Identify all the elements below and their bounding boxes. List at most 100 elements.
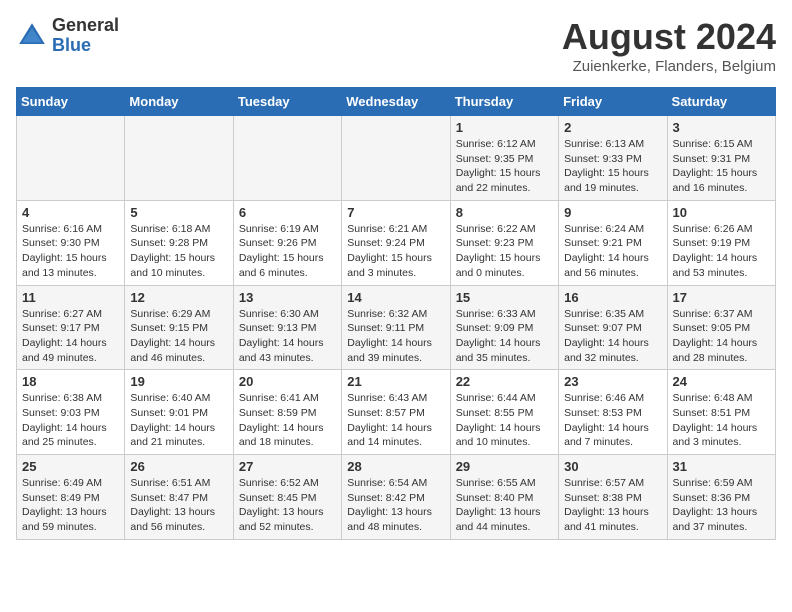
calendar-cell: 14 Sunrise: 6:32 AM Sunset: 9:11 PM Dayli… [342, 285, 450, 370]
calendar-cell: 7 Sunrise: 6:21 AM Sunset: 9:24 PM Daylig… [342, 200, 450, 285]
day-info: Sunrise: 6:59 AM Sunset: 8:36 PM Dayligh… [673, 476, 770, 535]
day-number: 31 [673, 459, 770, 474]
day-header-wednesday: Wednesday [342, 88, 450, 116]
calendar-cell: 12Sunrise: 6:29 AM Sunset: 9:15 PM Dayli… [125, 285, 233, 370]
logo-general-text: General [52, 16, 119, 36]
day-number: 19 [130, 374, 227, 389]
day-number: 17 [673, 290, 770, 305]
day-info: Sunrise: 6:43 AM Sunset: 8:57 PM Dayligh… [347, 391, 444, 450]
day-info: Sunrise: 6:30 AM Sunset: 9:13 PM Dayligh… [239, 307, 336, 366]
week-row-2: 11Sunrise: 6:27 AM Sunset: 9:17 PM Dayli… [17, 285, 776, 370]
calendar-cell: 16Sunrise: 6:35 AM Sunset: 9:07 PM Dayli… [559, 285, 667, 370]
day-number: 3 [673, 120, 770, 135]
day-info: Sunrise: 6:48 AM Sunset: 8:51 PM Dayligh… [673, 391, 770, 450]
calendar-cell: 31 Sunrise: 6:59 AM Sunset: 8:36 PM Dayli… [667, 455, 775, 540]
day-header-thursday: Thursday [450, 88, 558, 116]
location-subtitle: Zuienkerke, Flanders, Belgium [562, 58, 776, 75]
day-info: Sunrise: 6:46 AM Sunset: 8:53 PM Dayligh… [564, 391, 661, 450]
day-info: Sunrise: 6:38 AM Sunset: 9:03 PM Dayligh… [22, 391, 119, 450]
day-info: Sunrise: 6:12 AM Sunset: 9:35 PM Dayligh… [456, 137, 553, 196]
day-number: 13 [239, 290, 336, 305]
calendar-cell: 15Sunrise: 6:33 AM Sunset: 9:09 PM Dayli… [450, 285, 558, 370]
calendar-cell: 13 Sunrise: 6:30 AM Sunset: 9:13 PM Dayli… [233, 285, 341, 370]
day-info: Sunrise: 6:19 AM Sunset: 9:26 PM Dayligh… [239, 222, 336, 281]
day-info: Sunrise: 6:29 AM Sunset: 9:15 PM Dayligh… [130, 307, 227, 366]
logo: General Blue [16, 16, 119, 56]
day-info: Sunrise: 6:33 AM Sunset: 9:09 PM Dayligh… [456, 307, 553, 366]
day-number: 7 [347, 205, 444, 220]
calendar-cell: 24 Sunrise: 6:48 AM Sunset: 8:51 PM Dayli… [667, 370, 775, 455]
calendar-cell: 26Sunrise: 6:51 AM Sunset: 8:47 PM Dayli… [125, 455, 233, 540]
day-info: Sunrise: 6:15 AM Sunset: 9:31 PM Dayligh… [673, 137, 770, 196]
day-info: Sunrise: 6:32 AM Sunset: 9:11 PM Dayligh… [347, 307, 444, 366]
calendar-cell: 17 Sunrise: 6:37 AM Sunset: 9:05 PM Dayli… [667, 285, 775, 370]
day-info: Sunrise: 6:55 AM Sunset: 8:40 PM Dayligh… [456, 476, 553, 535]
day-header-saturday: Saturday [667, 88, 775, 116]
day-info: Sunrise: 6:41 AM Sunset: 8:59 PM Dayligh… [239, 391, 336, 450]
page-header: General Blue August 2024 Zuienkerke, Fla… [16, 16, 776, 75]
calendar-cell: 18Sunrise: 6:38 AM Sunset: 9:03 PM Dayli… [17, 370, 125, 455]
calendar-cell: 29 Sunrise: 6:55 AM Sunset: 8:40 PM Dayli… [450, 455, 558, 540]
calendar-cell: 23 Sunrise: 6:46 AM Sunset: 8:53 PM Dayli… [559, 370, 667, 455]
calendar-cell: 20 Sunrise: 6:41 AM Sunset: 8:59 PM Dayli… [233, 370, 341, 455]
day-number: 22 [456, 374, 553, 389]
day-info: Sunrise: 6:44 AM Sunset: 8:55 PM Dayligh… [456, 391, 553, 450]
day-number: 28 [347, 459, 444, 474]
day-info: Sunrise: 6:18 AM Sunset: 9:28 PM Dayligh… [130, 222, 227, 281]
calendar-cell: 2 Sunrise: 6:13 AM Sunset: 9:33 PM Daylig… [559, 116, 667, 201]
day-number: 9 [564, 205, 661, 220]
day-number: 14 [347, 290, 444, 305]
week-row-3: 18Sunrise: 6:38 AM Sunset: 9:03 PM Dayli… [17, 370, 776, 455]
day-info: Sunrise: 6:16 AM Sunset: 9:30 PM Dayligh… [22, 222, 119, 281]
day-info: Sunrise: 6:24 AM Sunset: 9:21 PM Dayligh… [564, 222, 661, 281]
day-number: 6 [239, 205, 336, 220]
day-number: 4 [22, 205, 119, 220]
day-number: 26 [130, 459, 227, 474]
week-row-1: 4 Sunrise: 6:16 AM Sunset: 9:30 PM Daylig… [17, 200, 776, 285]
calendar-cell: 8 Sunrise: 6:22 AM Sunset: 9:23 PM Daylig… [450, 200, 558, 285]
title-section: August 2024 Zuienkerke, Flanders, Belgiu… [562, 16, 776, 75]
day-info: Sunrise: 6:54 AM Sunset: 8:42 PM Dayligh… [347, 476, 444, 535]
day-info: Sunrise: 6:52 AM Sunset: 8:45 PM Dayligh… [239, 476, 336, 535]
calendar-cell [342, 116, 450, 201]
day-info: Sunrise: 6:40 AM Sunset: 9:01 PM Dayligh… [130, 391, 227, 450]
calendar-cell: 25Sunrise: 6:49 AM Sunset: 8:49 PM Dayli… [17, 455, 125, 540]
day-header-friday: Friday [559, 88, 667, 116]
day-info: Sunrise: 6:21 AM Sunset: 9:24 PM Dayligh… [347, 222, 444, 281]
week-row-4: 25Sunrise: 6:49 AM Sunset: 8:49 PM Dayli… [17, 455, 776, 540]
day-info: Sunrise: 6:27 AM Sunset: 9:17 PM Dayligh… [22, 307, 119, 366]
day-info: Sunrise: 6:13 AM Sunset: 9:33 PM Dayligh… [564, 137, 661, 196]
day-number: 1 [456, 120, 553, 135]
calendar-cell: 3 Sunrise: 6:15 AM Sunset: 9:31 PM Daylig… [667, 116, 775, 201]
day-number: 8 [456, 205, 553, 220]
calendar-cell: 11Sunrise: 6:27 AM Sunset: 9:17 PM Dayli… [17, 285, 125, 370]
day-number: 2 [564, 120, 661, 135]
calendar-cell [17, 116, 125, 201]
calendar-cell: 22 Sunrise: 6:44 AM Sunset: 8:55 PM Dayli… [450, 370, 558, 455]
calendar-cell: 1 Sunrise: 6:12 AM Sunset: 9:35 PM Daylig… [450, 116, 558, 201]
day-header-sunday: Sunday [17, 88, 125, 116]
logo-blue-text: Blue [52, 36, 119, 56]
calendar-cell [125, 116, 233, 201]
day-info: Sunrise: 6:22 AM Sunset: 9:23 PM Dayligh… [456, 222, 553, 281]
day-number: 24 [673, 374, 770, 389]
day-number: 29 [456, 459, 553, 474]
day-number: 10 [673, 205, 770, 220]
day-number: 20 [239, 374, 336, 389]
calendar-table: SundayMondayTuesdayWednesdayThursdayFrid… [16, 87, 776, 540]
days-header-row: SundayMondayTuesdayWednesdayThursdayFrid… [17, 88, 776, 116]
day-number: 23 [564, 374, 661, 389]
calendar-cell: 5Sunrise: 6:18 AM Sunset: 9:28 PM Daylig… [125, 200, 233, 285]
calendar-cell: 19 Sunrise: 6:40 AM Sunset: 9:01 PM Dayli… [125, 370, 233, 455]
calendar-cell: 21Sunrise: 6:43 AM Sunset: 8:57 PM Dayli… [342, 370, 450, 455]
week-row-0: 1 Sunrise: 6:12 AM Sunset: 9:35 PM Daylig… [17, 116, 776, 201]
calendar-cell: 6 Sunrise: 6:19 AM Sunset: 9:26 PM Daylig… [233, 200, 341, 285]
month-year-title: August 2024 [562, 16, 776, 58]
day-info: Sunrise: 6:37 AM Sunset: 9:05 PM Dayligh… [673, 307, 770, 366]
day-info: Sunrise: 6:35 AM Sunset: 9:07 PM Dayligh… [564, 307, 661, 366]
day-info: Sunrise: 6:57 AM Sunset: 8:38 PM Dayligh… [564, 476, 661, 535]
day-number: 30 [564, 459, 661, 474]
calendar-cell [233, 116, 341, 201]
calendar-cell: 10Sunrise: 6:26 AM Sunset: 9:19 PM Dayli… [667, 200, 775, 285]
day-number: 27 [239, 459, 336, 474]
